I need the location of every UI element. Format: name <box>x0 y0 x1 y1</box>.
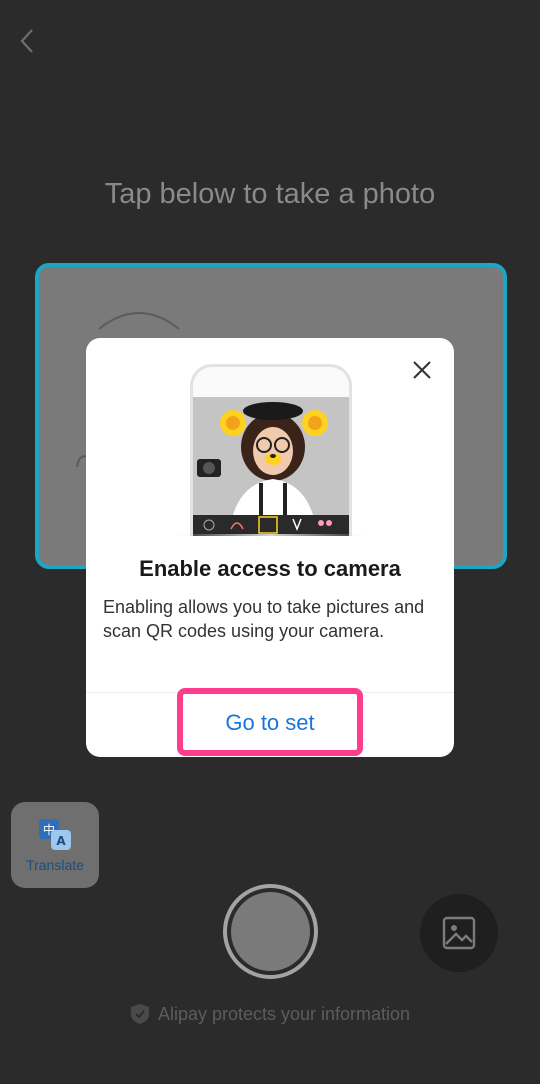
close-button[interactable] <box>408 356 436 384</box>
illustration-divider <box>174 534 366 536</box>
shutter-inner <box>231 892 310 971</box>
back-button[interactable] <box>10 24 44 58</box>
go-to-set-button[interactable]: Go to set <box>178 688 362 758</box>
translate-label: Translate <box>26 857 84 873</box>
privacy-footer: Alipay protects your information <box>0 1003 540 1025</box>
dialog-message: Enabling allows you to take pictures and… <box>103 597 425 641</box>
camera-permission-dialog: Enable access to camera Enabling allows … <box>86 338 454 757</box>
shield-icon <box>130 1004 149 1024</box>
translate-icon: 中 A <box>39 819 71 850</box>
privacy-text: Alipay protects your information <box>157 1003 411 1024</box>
svg-text:A: A <box>56 834 66 848</box>
image-icon <box>442 916 476 950</box>
shutter-button[interactable] <box>223 884 318 979</box>
close-icon <box>413 361 431 379</box>
gallery-button[interactable] <box>420 894 498 972</box>
camera-illustration <box>190 364 352 536</box>
dialog-title: Enable access to camera <box>139 556 401 581</box>
chevron-left-icon <box>20 29 33 53</box>
phone-camera-illustration <box>193 397 349 536</box>
translate-button[interactable]: 中 A Translate <box>11 802 99 888</box>
camera-hint: Tap below to take a photo <box>104 178 436 210</box>
